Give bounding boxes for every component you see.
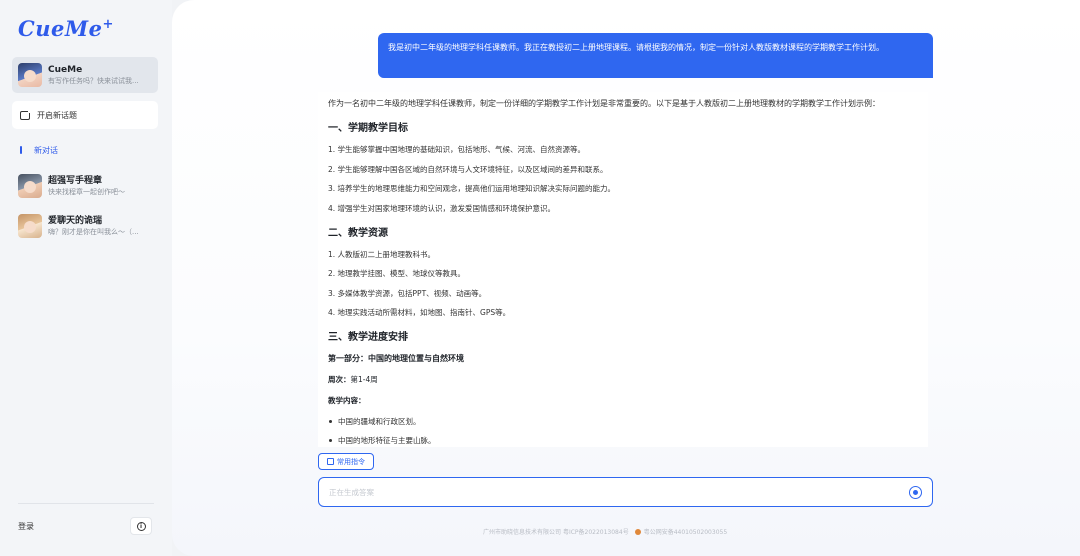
new-chat-item[interactable]: 新对话 (20, 143, 58, 157)
footer-company: 广州市助晓信息技术有限公司 (483, 529, 562, 536)
new-topic-label: 开启新话题 (37, 110, 77, 120)
info-button[interactable]: i (130, 517, 152, 535)
footer-police[interactable]: 粤公网安备44010502003055 (644, 527, 727, 536)
section-title: 一、学期教学目标 (328, 123, 408, 134)
sidebar: CueMe+ CueMe 有写作任务吗？快来试试我... 开启新话题 新对话 超… (0, 0, 172, 556)
list-item: 2. 地理教学挂图、模型、地球仪等教具。 (328, 269, 466, 278)
list-item: 3. 培养学生的地理思维能力和空间观念，提高他们运用地理知识解决实际问题的能力。 (328, 184, 616, 193)
chat-name: 超强写手程章 (48, 176, 103, 186)
login-link[interactable]: 登录 (18, 521, 34, 532)
goal-list: 1. 学生能够掌握中国地理的基础知识，包括地形、气候、河流、自然资源等。 2. … (328, 144, 918, 214)
content-list: 中国的疆域和行政区划。 中国的地形特征与主要山脉。 (328, 416, 918, 446)
chat-preview: 快来找程章一起创作吧～ (48, 188, 125, 196)
common-commands-label: 常用指令 (337, 457, 365, 466)
answer-intro: 作为一名初中二年级的地理学科任课教师，制定一份详细的学期教学工作计划是非常重要的… (328, 99, 880, 108)
chat-preview: 嗨？刚才是你在叫我么～（... (48, 228, 139, 236)
divider (18, 503, 154, 504)
message-composer (318, 477, 933, 507)
avatar (18, 63, 42, 87)
chat-name: 爱聊天的诡瑞 (48, 216, 103, 226)
common-commands-button[interactable]: 常用指令 (318, 453, 374, 470)
police-badge-icon (634, 528, 641, 535)
bot-name: CueMe (48, 65, 83, 75)
bot-card-cueme[interactable]: CueMe 有写作任务吗？快来试试我... (12, 57, 158, 93)
new-topic-button[interactable]: 开启新话题 (12, 101, 158, 129)
info-icon: i (136, 521, 146, 531)
week-row: 周次：第1-4周 (328, 374, 918, 385)
message-input[interactable] (329, 487, 909, 497)
section-title: 二、教学资源 (328, 227, 388, 239)
list-item: 1. 学生能够掌握中国地理的基础知识，包括地形、气候、河流、自然资源等。 (328, 145, 586, 154)
avatar (18, 174, 42, 198)
week-label: 周次： (328, 375, 351, 384)
list-item: 4. 增强学生对国家地理环境的认识，激发爱国情感和环境保护意识。 (328, 203, 556, 213)
chat-item-chatter[interactable]: 爱聊天的诡瑞 嗨？刚才是你在叫我么～（... (18, 213, 164, 239)
avatar (18, 214, 42, 238)
user-message: 我是初中二年级的地理学科任课教师。我正在教授初二上册地理课程。请根据我的情况，制… (378, 33, 933, 78)
assistant-answer: 作为一名初中二年级的地理学科任课教师，制定一份详细的学期教学工作计划是非常重要的… (318, 92, 928, 447)
content-row: 教学内容： (328, 395, 918, 406)
bot-subtitle: 有写作任务吗？快来试试我... (48, 77, 139, 85)
stop-generating-icon[interactable] (909, 485, 922, 499)
command-icon (327, 458, 334, 465)
footer: 广州市助晓信息技术有限公司 粤ICP备2022013084号 粤公网安备4401… (483, 527, 727, 536)
list-item: 3. 多媒体教学资源，包括PPT、视频、动画等。 (328, 288, 487, 298)
resource-list: 1. 人教版初二上册地理教科书。 2. 地理教学挂图、模型、地球仪等教具。 3.… (328, 249, 918, 319)
cueme-logo[interactable]: CueMe+ (18, 16, 114, 41)
part-title: 第一部分：中国的地理位置与自然环境 (328, 354, 464, 363)
list-item: 中国的地形特征与主要山脉。 (328, 435, 918, 446)
logo-text: CueMe (18, 16, 103, 41)
section-title: 三、教学进度安排 (328, 332, 408, 343)
list-item: 2. 学生能够理解中国各区域的自然环境与人文环境特征，以及区域间的差异和联系。 (328, 164, 608, 174)
footer-icp[interactable]: 粤ICP备2022013084号 (563, 527, 629, 536)
new-topic-icon (20, 108, 32, 120)
chat-item-writer[interactable]: 超强写手程章 快来找程章一起创作吧～ (18, 173, 164, 199)
active-indicator (20, 146, 22, 154)
content-label: 教学内容： (328, 396, 366, 405)
week-value: 第1-4周 (350, 375, 378, 384)
list-item: 中国的疆域和行政区划。 (328, 416, 918, 427)
new-chat-label: 新对话 (34, 145, 58, 155)
logo-plus: + (102, 17, 114, 32)
list-item: 4. 地理实践活动所需材料，如地图、指南针、GPS等。 (328, 308, 511, 317)
list-item: 1. 人教版初二上册地理教科书。 (328, 249, 436, 259)
